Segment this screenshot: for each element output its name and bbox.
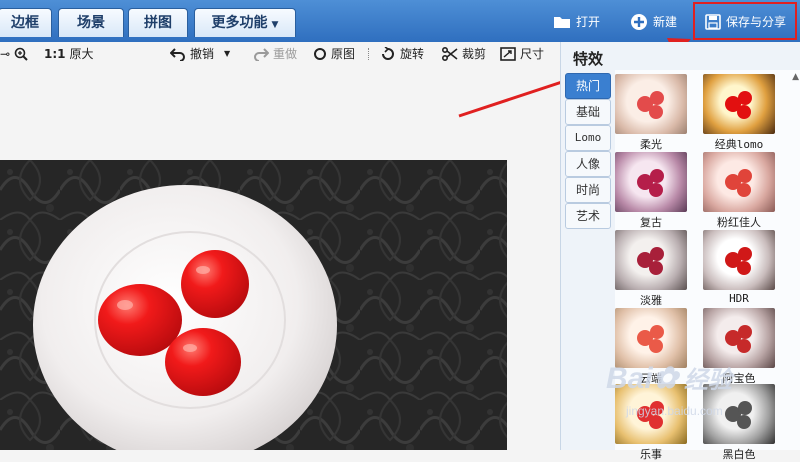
category-label: 时尚 [575,183,600,197]
highlight-box [693,2,797,40]
redo-button[interactable]: 重做 [253,46,297,62]
effect-thumbnail [703,152,775,212]
effect-name: 黑白色 [722,448,756,461]
redo-label: 重做 [273,47,298,61]
effect-name: 粉红佳人 [717,216,761,229]
category-label: 艺术 [575,209,600,223]
effect-item[interactable]: 柔光 [615,74,687,152]
effect-item[interactable]: 经典lomo [703,74,775,152]
original-size-label: 原大 [69,47,94,61]
original-image-label: 原图 [331,47,356,61]
effect-thumbnail [615,308,687,368]
tab-label: 更多功能 [211,15,268,31]
tab-scene[interactable]: 场景 [58,8,124,37]
category-label: Lomo [574,131,602,144]
category-hot[interactable]: 热门 [565,73,611,99]
category-fashion[interactable]: 时尚 [565,177,611,203]
category-portrait[interactable]: 人像 [565,151,611,177]
chevron-down-icon: ▼ [271,20,279,30]
new-button[interactable]: 新建 [630,10,677,34]
category-label: 热门 [575,79,600,93]
scroll-up-arrow[interactable]: ▲ [792,72,799,82]
ratio-label: 1:1 [44,47,66,61]
effect-item[interactable]: HDR [703,230,775,305]
effect-name: HDR [729,292,749,305]
baidu-watermark: Bai✿ 经验 jingyan.baidu.com [606,360,800,430]
category-label: 人像 [575,157,600,171]
effect-item[interactable]: 粉红佳人 [703,152,775,230]
chevron-down-icon[interactable]: ▼ [224,46,230,62]
effect-item[interactable]: 淡雅 [615,230,687,308]
circle-icon [314,48,326,60]
effect-thumbnail [615,152,687,212]
category-label: 基础 [575,105,600,119]
undo-button[interactable]: 撤销 ▼ [170,46,230,62]
effect-thumbnail [615,74,687,134]
effect-thumbnail [703,74,775,134]
effect-name: 柔光 [640,138,662,151]
tab-more-functions[interactable]: 更多功能 ▼ [194,8,296,37]
undo-icon [170,48,185,61]
watermark-brand: Bai [606,362,653,395]
category-art[interactable]: 艺术 [565,203,611,229]
rotate-button[interactable]: 旋转 [380,46,424,62]
effect-item[interactable]: 复古 [615,152,687,230]
undo-label: 撤销 [190,47,215,61]
tab-label: 场景 [77,15,105,31]
original-image-button[interactable]: 原图 [313,46,355,62]
tab-label: 拼图 [144,15,172,31]
open-button[interactable]: 打开 [553,10,600,34]
tab-label: 边框 [11,15,39,31]
zoom-in-icon [14,47,28,61]
plus-circle-icon [631,14,647,30]
effect-thumbnail [615,230,687,290]
effect-name: 复古 [640,216,662,229]
open-label: 打开 [576,15,601,29]
new-label: 新建 [653,15,678,29]
category-lomo[interactable]: Lomo [565,125,611,151]
panel-title: 特效 [573,50,604,68]
category-basic[interactable]: 基础 [565,99,611,125]
watermark-brand2: 经验 [683,367,732,394]
tab-collage[interactable]: 拼图 [128,8,188,37]
watermark-url: jingyan.baidu.com [626,404,723,418]
rotate-label: 旋转 [400,47,425,61]
effect-thumbnail [703,308,775,368]
redo-icon [254,48,269,61]
tab-border[interactable]: 边框 [0,8,52,37]
effect-thumbnail [703,230,775,290]
effect-name: 经典lomo [714,138,764,151]
divider [368,48,370,60]
paw-icon: ✿ [652,362,678,395]
effect-name: 淡雅 [640,294,662,307]
photo-image[interactable] [0,160,507,450]
effect-name: 乐事 [640,448,662,461]
rotate-icon [382,47,394,60]
zoom-in-button[interactable]: ⊸ [0,46,28,62]
ratio-button[interactable]: 1:1 原大 [44,46,94,62]
folder-icon [554,17,570,28]
